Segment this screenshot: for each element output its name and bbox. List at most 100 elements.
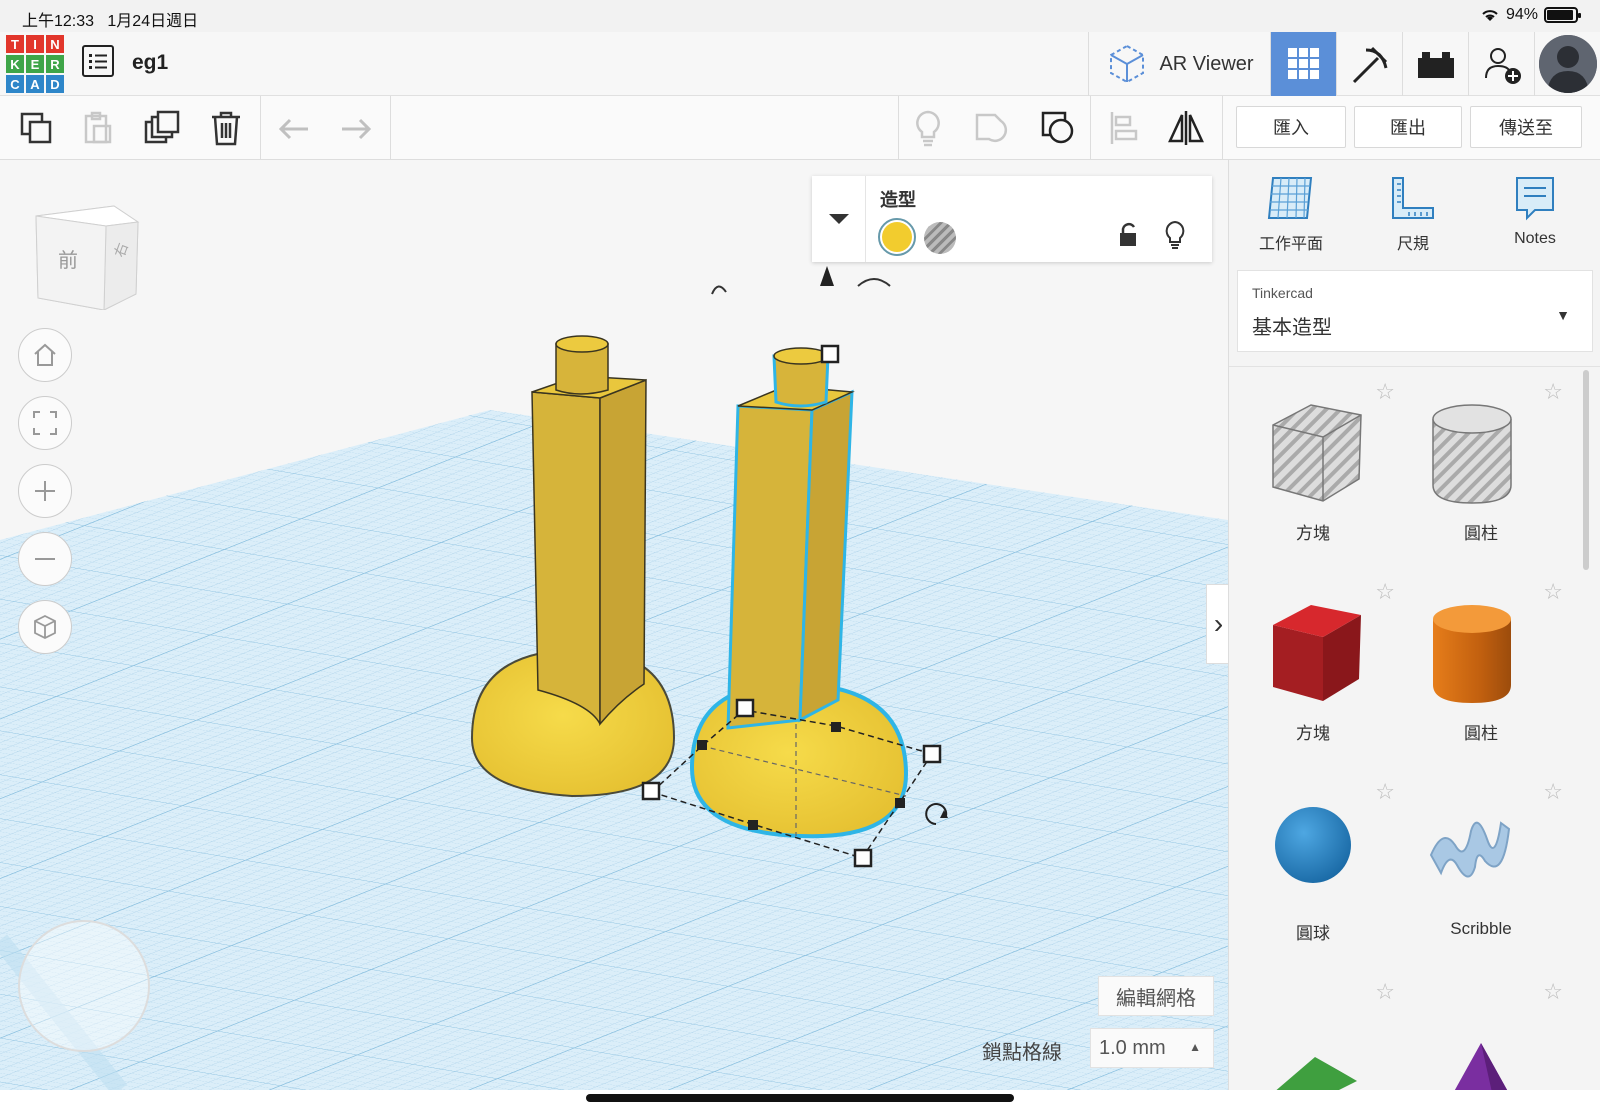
resize-handle[interactable] — [735, 698, 755, 718]
lock-icon[interactable] — [1118, 222, 1138, 248]
3d-design-view-button[interactable] — [1270, 32, 1336, 96]
ar-viewer-label: AR Viewer — [1159, 52, 1254, 75]
roof-icon — [1275, 1057, 1357, 1091]
home-view-button[interactable] — [18, 328, 72, 382]
favorite-star-icon[interactable]: ☆ — [1375, 779, 1395, 805]
resize-handle[interactable] — [922, 744, 942, 764]
bricks-view-button[interactable] — [1402, 32, 1468, 96]
design-list-icon[interactable] — [82, 45, 114, 77]
shape-cylinder[interactable]: ☆ 圓柱 — [1397, 567, 1565, 767]
workplane-tool[interactable]: 工作平面 — [1241, 174, 1341, 254]
edge-handle[interactable] — [697, 740, 707, 750]
pickaxe-icon — [1352, 46, 1387, 84]
delete-button[interactable] — [206, 108, 246, 148]
edge-handle[interactable] — [748, 820, 758, 830]
resize-handle[interactable] — [641, 781, 661, 801]
inspector-title: 造型 — [880, 190, 916, 210]
shape-roof[interactable]: ☆ — [1229, 967, 1397, 1091]
lightbulb-icon — [916, 110, 940, 147]
home-indicator[interactable] — [586, 1094, 1014, 1102]
fit-all-icon — [33, 411, 57, 435]
blocks-view-button[interactable] — [1336, 32, 1402, 96]
shape-cylinder-hole[interactable]: ☆ 圓柱 — [1397, 367, 1565, 567]
show-all-button[interactable] — [908, 108, 948, 148]
document-title[interactable]: eg1 — [132, 51, 168, 75]
favorite-star-icon[interactable]: ☆ — [1543, 579, 1563, 605]
shape-sphere[interactable]: ☆ 圓球 — [1229, 767, 1397, 967]
paste-button[interactable] — [78, 108, 118, 148]
perspective-toggle-button[interactable] — [18, 600, 72, 654]
undo-icon — [278, 118, 308, 140]
notes-icon — [1516, 177, 1554, 221]
workplane-label: 工作平面 — [1258, 236, 1323, 253]
logo-letter: T — [6, 35, 24, 53]
favorite-star-icon[interactable]: ☆ — [1543, 779, 1563, 805]
shape-box-hole[interactable]: ☆ 方塊 — [1229, 367, 1397, 567]
mirror-button[interactable] — [1166, 108, 1206, 148]
visibility-lightbulb-icon[interactable] — [1164, 220, 1186, 250]
toolbar-divider — [1222, 96, 1223, 160]
export-button[interactable]: 匯出 — [1354, 106, 1462, 148]
favorite-star-icon[interactable]: ☆ — [1375, 379, 1395, 405]
shape-box[interactable]: ☆ 方塊 — [1229, 567, 1397, 767]
tinkercad-logo[interactable]: TIN KER CAD — [6, 35, 66, 95]
align-button[interactable] — [1104, 108, 1144, 148]
edit-grid-button[interactable]: 編輯網格 — [1098, 976, 1214, 1016]
user-avatar-button[interactable] — [1534, 32, 1600, 96]
height-handle[interactable] — [820, 344, 840, 364]
joystick-pad[interactable] — [18, 920, 150, 1052]
shape-list-scrollbar[interactable] — [1583, 370, 1589, 570]
favorite-star-icon[interactable]: ☆ — [1375, 979, 1395, 1005]
collapse-inspector-button[interactable] — [812, 176, 866, 262]
battery-percent: 94% — [1505, 6, 1538, 23]
solid-color-swatch[interactable] — [878, 218, 916, 256]
send-to-button[interactable]: 傳送至 — [1470, 106, 1582, 148]
lift-arrow-icon[interactable] — [820, 266, 834, 286]
edge-handle[interactable] — [831, 722, 841, 732]
copy-button[interactable] — [16, 108, 56, 148]
ruler-icon — [1392, 177, 1434, 219]
snap-grid-select[interactable]: 1.0 mm ▲ — [1090, 1028, 1214, 1068]
rotate-arc-icon[interactable] — [857, 278, 891, 287]
group-button[interactable] — [972, 108, 1012, 148]
snap-grid-label: 鎖點格線 — [982, 1042, 1062, 1064]
view-cube[interactable]: 前 右 — [30, 200, 140, 315]
logo-letter: N — [46, 35, 64, 53]
shape-scribble[interactable]: ☆ Scribble — [1397, 767, 1565, 967]
favorite-star-icon[interactable]: ☆ — [1543, 379, 1563, 405]
fit-view-button[interactable] — [18, 396, 72, 450]
zoom-in-button[interactable] — [18, 464, 72, 518]
edge-handle[interactable] — [895, 798, 905, 808]
library-name-label: 基本造型 — [1252, 317, 1332, 339]
status-bar: 上午12:33 1月24日週日 94% — [0, 0, 1600, 32]
import-button[interactable]: 匯入 — [1236, 106, 1346, 148]
collapse-sidepanel-button[interactable]: › — [1206, 584, 1228, 664]
ruler-tool[interactable]: 尺規 — [1363, 174, 1463, 254]
wifi-icon — [1482, 10, 1498, 21]
invite-user-button[interactable] — [1468, 32, 1534, 96]
ar-viewer-button[interactable]: AR Viewer — [1088, 32, 1270, 96]
undo-button[interactable] — [274, 108, 314, 148]
rotate-arc-icon-left[interactable] — [711, 285, 727, 295]
toolbar-divider — [898, 96, 899, 160]
shape-pyramid[interactable]: ☆ — [1397, 967, 1565, 1091]
ungroup-button[interactable] — [1038, 108, 1078, 148]
notes-tool[interactable]: Notes — [1485, 174, 1585, 248]
3d-workspace[interactable]: 前 右 造型 編輯網格 鎖點格線 1.0 mm ▲ › — [0, 160, 1228, 1090]
ruler-label: 尺規 — [1396, 236, 1429, 253]
favorite-star-icon[interactable]: ☆ — [1375, 579, 1395, 605]
duplicate-button[interactable] — [142, 108, 182, 148]
redo-icon — [342, 118, 372, 140]
zoom-out-button[interactable] — [18, 532, 72, 586]
toolbar-divider — [390, 96, 391, 160]
workplane-scene[interactable] — [0, 160, 1228, 1090]
logo-letter: I — [26, 35, 44, 53]
favorite-star-icon[interactable]: ☆ — [1543, 979, 1563, 1005]
shape-library-select[interactable]: Tinkercad 基本造型 ▼ — [1237, 270, 1593, 352]
redo-button[interactable] — [336, 108, 376, 148]
home-icon — [34, 343, 56, 366]
chevron-down-icon — [828, 214, 849, 224]
hole-swatch[interactable] — [924, 222, 956, 254]
resize-handle[interactable] — [853, 848, 873, 868]
ungroup-icon — [1041, 111, 1074, 144]
